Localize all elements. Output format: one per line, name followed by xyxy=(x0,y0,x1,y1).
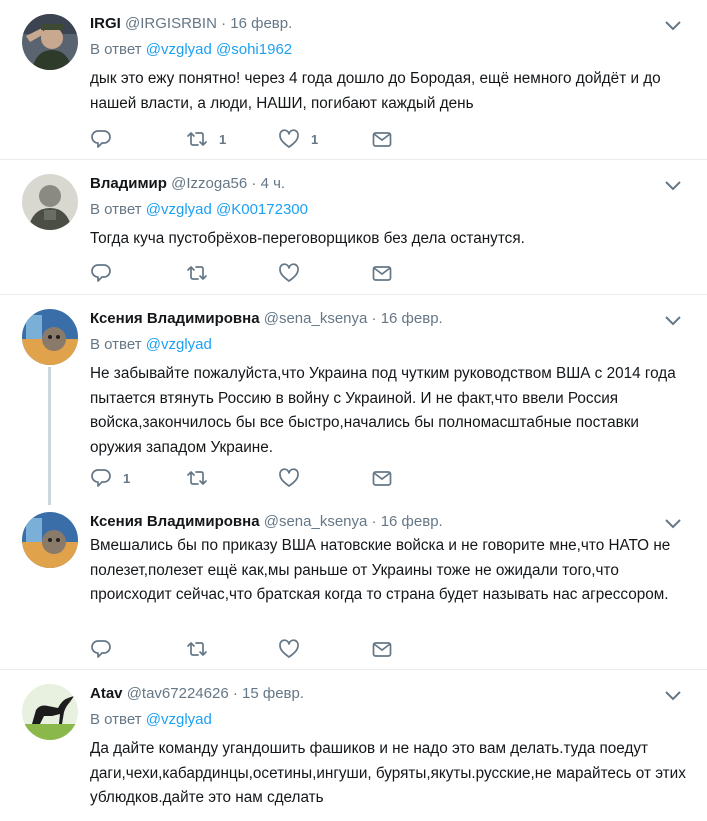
separator: · xyxy=(371,513,377,530)
reply-icon xyxy=(91,469,111,487)
like-button[interactable] xyxy=(278,262,300,284)
tweet-text: Не забывайте пожалуйста,что Украина под … xyxy=(90,365,676,456)
timestamp[interactable]: 16 февр. xyxy=(230,15,292,32)
reply-count: 1 xyxy=(123,470,131,486)
timestamp[interactable]: 16 февр. xyxy=(381,513,443,530)
reply-to-label: В ответ xyxy=(90,201,142,218)
separator: · xyxy=(251,175,257,192)
like-icon xyxy=(279,639,299,658)
mention-link[interactable]: @vzglyad xyxy=(146,711,212,728)
like-button[interactable] xyxy=(278,638,300,660)
reply-to-line: В ответ @vzglyad xyxy=(90,335,212,355)
tweet[interactable]: Ксения Владимировна @sena_ksenya · 16 фе… xyxy=(0,295,707,505)
timestamp[interactable]: 15 февр. xyxy=(242,685,304,702)
retweet-icon xyxy=(187,642,207,656)
avatar[interactable] xyxy=(22,684,78,740)
reply-button[interactable] xyxy=(90,128,112,150)
tweet-text: дык это ежу понятно! через 4 года дошло … xyxy=(90,70,661,112)
author-handle[interactable]: @IRGISRBIN xyxy=(125,15,217,32)
like-button[interactable]: 1 xyxy=(278,128,318,150)
message-icon xyxy=(372,471,392,486)
author-handle[interactable]: @Izzoga56 xyxy=(171,175,247,192)
reply-to-line: В ответ @vzglyad xyxy=(90,710,212,730)
author-name[interactable]: Ксения Владимировна xyxy=(90,310,260,327)
message-button[interactable] xyxy=(371,467,393,489)
separator: · xyxy=(232,685,238,702)
avatar[interactable] xyxy=(22,174,78,230)
retweet-count: 1 xyxy=(219,131,227,147)
mention-link[interactable]: @sohi1962 xyxy=(216,41,292,58)
like-icon xyxy=(279,129,299,148)
timestamp[interactable]: 4 ч. xyxy=(261,175,286,192)
chevron-down-icon[interactable] xyxy=(663,178,683,192)
reply-to-line: В ответ @vzglyad @sohi1962 xyxy=(90,40,292,60)
avatar[interactable] xyxy=(22,14,78,70)
tweet-header: Ксения Владимировна @sena_ksenya · 16 фе… xyxy=(90,512,443,532)
message-button[interactable] xyxy=(371,128,393,150)
retweet-button[interactable] xyxy=(186,638,208,660)
author-handle[interactable]: @tav67224626 xyxy=(127,685,229,702)
mention-link[interactable]: @K00172300 xyxy=(216,201,308,218)
reply-button[interactable] xyxy=(90,262,112,284)
retweet-button[interactable]: 1 xyxy=(186,128,226,150)
retweet-icon xyxy=(187,132,207,146)
reply-to-label: В ответ xyxy=(90,711,142,728)
reply-icon xyxy=(91,130,111,148)
tweet-text: Да дайте команду угандошить фашиков и не… xyxy=(90,740,686,806)
chevron-down-icon[interactable] xyxy=(663,18,683,32)
separator: · xyxy=(371,310,377,327)
message-icon xyxy=(372,642,392,657)
reply-to-label: В ответ xyxy=(90,336,142,353)
mention-link[interactable]: @vzglyad xyxy=(146,201,212,218)
tweet[interactable]: Ксения Владимировна @sena_ksenya · 16 фе… xyxy=(0,500,707,670)
retweet-icon xyxy=(187,266,207,280)
tweet-header: Владимир @Izzoga56 · 4 ч. xyxy=(90,174,285,194)
message-icon xyxy=(372,132,392,147)
reply-to-label: В ответ xyxy=(90,41,142,58)
tweet[interactable]: Atav @tav67224626 · 15 февр. В ответ @vz… xyxy=(0,670,707,821)
reply-icon xyxy=(91,640,111,658)
author-handle[interactable]: @sena_ksenya xyxy=(264,310,368,327)
retweet-icon xyxy=(187,471,207,485)
separator: · xyxy=(221,15,227,32)
avatar[interactable] xyxy=(22,309,78,365)
tweet[interactable]: IRGI @IRGISRBIN · 16 февр. В ответ @vzgl… xyxy=(0,0,707,160)
tweet-header: IRGI @IRGISRBIN · 16 февр. xyxy=(90,14,292,34)
like-button[interactable] xyxy=(278,467,300,489)
reply-button[interactable]: 1 xyxy=(90,467,130,489)
tweet[interactable]: Владимир @Izzoga56 · 4 ч. В ответ @vzgly… xyxy=(0,160,707,295)
like-icon xyxy=(279,263,299,282)
author-name[interactable]: IRGI xyxy=(90,15,121,32)
avatar[interactable] xyxy=(22,512,78,568)
timestamp[interactable]: 16 февр. xyxy=(381,310,443,327)
retweet-button[interactable] xyxy=(186,467,208,489)
mention-link[interactable]: @vzglyad xyxy=(146,41,212,58)
tweet-text: Тогда куча пустобрёхов-переговорщиков бе… xyxy=(90,230,525,247)
tweet-text: Вмешались бы по приказу ВША натовские во… xyxy=(90,537,671,603)
thread-line xyxy=(48,367,51,505)
author-name[interactable]: Atav xyxy=(90,685,123,702)
author-name[interactable]: Ксения Владимировна xyxy=(90,513,260,530)
author-handle[interactable]: @sena_ksenya xyxy=(264,513,368,530)
message-icon xyxy=(372,266,392,281)
message-button[interactable] xyxy=(371,638,393,660)
reply-button[interactable] xyxy=(90,638,112,660)
tweet-header: Atav @tav67224626 · 15 февр. xyxy=(90,684,304,704)
message-button[interactable] xyxy=(371,262,393,284)
chevron-down-icon[interactable] xyxy=(663,688,683,702)
chevron-down-icon[interactable] xyxy=(663,313,683,327)
chevron-down-icon[interactable] xyxy=(663,516,683,530)
mention-link[interactable]: @vzglyad xyxy=(146,336,212,353)
author-name[interactable]: Владимир xyxy=(90,175,167,192)
reply-icon xyxy=(91,264,111,282)
reply-to-line: В ответ @vzglyad @K00172300 xyxy=(90,200,308,220)
like-icon xyxy=(279,468,299,487)
tweet-header: Ксения Владимировна @sena_ksenya · 16 фе… xyxy=(90,309,443,329)
retweet-button[interactable] xyxy=(186,262,208,284)
like-count: 1 xyxy=(311,131,319,147)
